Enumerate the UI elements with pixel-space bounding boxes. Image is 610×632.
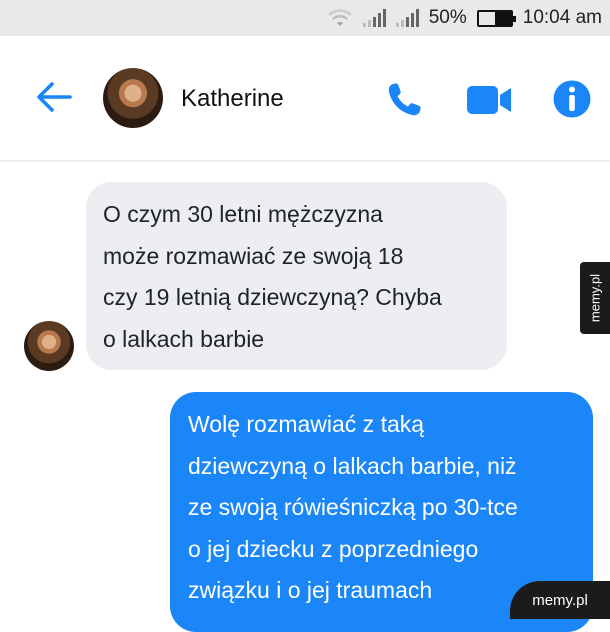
sender-avatar[interactable] [24,321,74,371]
incoming-message-bubble[interactable]: O czym 30 letni mężczyzna może rozmawiać… [86,182,507,370]
info-icon[interactable] [553,80,591,118]
status-bar: 50% 10:04 am [0,0,610,36]
avatar[interactable] [103,68,163,128]
message-line: czy 19 letnią dziewczyną? Chyba [103,284,442,310]
contact-name[interactable]: Katherine [181,85,284,113]
message-line: może rozmawiać ze swoją 18 [103,242,404,269]
video-camera-icon[interactable] [466,84,512,116]
battery-icon [476,9,516,27]
message-line: o lalkach barbie [103,325,265,352]
back-arrow-icon[interactable] [34,80,74,114]
watermark-side: memy.pl [580,262,610,334]
message-line: o jej dziecku z poprzedniego [188,535,479,562]
status-bar-right: 50% 10:04 am [327,5,602,31]
phone-icon[interactable] [384,80,424,120]
message-line: dziewczyną o lalkach barbie, niż [188,452,517,479]
message-line: Wolę rozmawiać z taką [188,411,425,437]
conversation-header: Katherine [0,36,610,162]
status-time: 10:04 am [522,7,602,28]
message-line: O czym 30 letni mężczyzna [103,201,383,227]
signal-icon [362,9,386,27]
message-line: ze swoją rówieśniczką po 30-tce [188,494,518,520]
watermark-side-text: memy.pl [587,273,603,323]
watermark-bottom: memy.pl [510,581,610,619]
wifi-icon [327,9,352,26]
battery-percent: 50% [428,7,467,28]
signal-icon [395,9,419,27]
